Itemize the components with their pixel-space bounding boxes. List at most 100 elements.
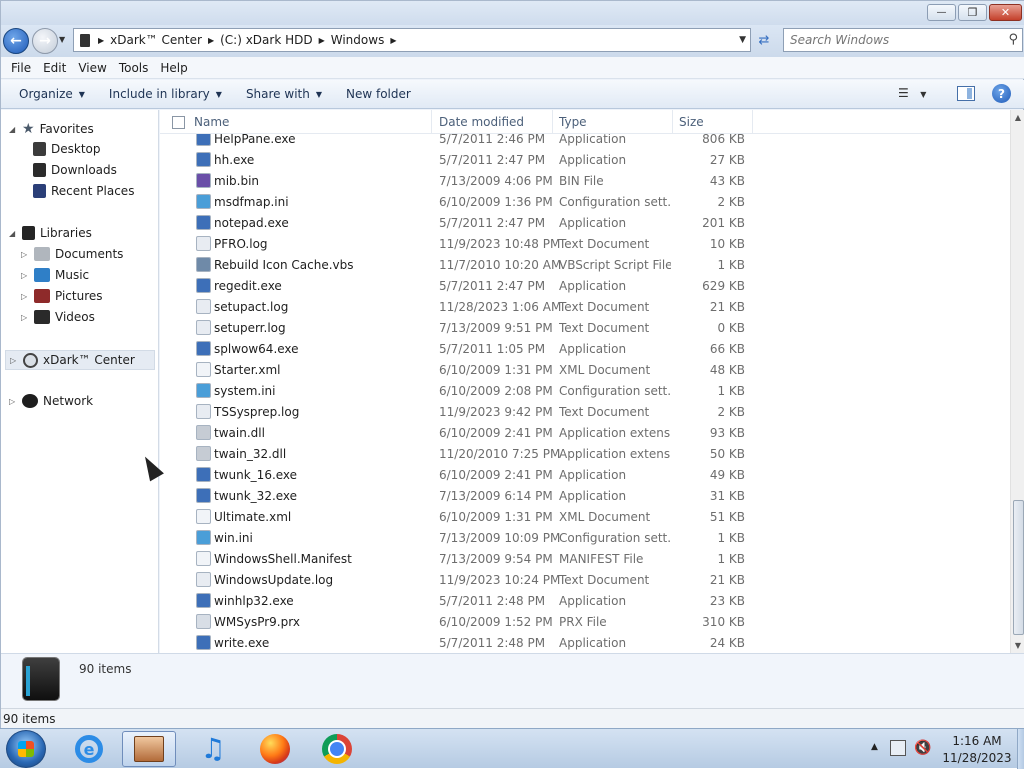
table-row[interactable]: Starter.xml 6/10/2009 1:31 PM XML Document… (160, 359, 760, 380)
table-row[interactable]: setuperr.log 7/13/2009 9:51 PM Text Docume… (160, 317, 760, 338)
clock-time[interactable]: 1:16 AM (944, 734, 1010, 748)
breadcrumb-xdark-center[interactable]: xDark™ Center (106, 33, 206, 47)
search-input[interactable] (790, 33, 1000, 47)
select-all-checkbox[interactable] (172, 116, 185, 129)
scroll-down-icon[interactable]: ▼ (1011, 638, 1024, 653)
change-view-button[interactable]: ☰ ▼ (898, 86, 926, 100)
share-with-button[interactable]: Share with ▼ (234, 87, 334, 101)
computer-icon (23, 352, 38, 368)
scroll-thumb[interactable] (1013, 500, 1024, 635)
tree-favorites[interactable]: ◢ ★ Favorites (9, 121, 94, 137)
tree-pictures[interactable]: ▷ Pictures (21, 289, 103, 303)
search-box[interactable]: ⚲ (783, 28, 1023, 52)
table-row[interactable]: TSSysprep.log 11/9/2023 9:42 PM Text Docum… (160, 401, 760, 422)
table-row[interactable]: mib.bin 7/13/2009 4:06 PM BIN File 43 KB (160, 170, 760, 191)
column-name[interactable]: Name (188, 110, 432, 134)
file-date-modified: 6/10/2009 1:31 PM (439, 362, 553, 377)
taskbar-chrome[interactable] (310, 731, 364, 767)
collapse-arrow-icon[interactable]: ▷ (21, 292, 29, 301)
collapse-arrow-icon[interactable]: ▷ (9, 397, 17, 406)
table-row[interactable]: twunk_32.exe 7/13/2009 6:14 PM Application… (160, 485, 760, 506)
table-row[interactable]: winhlp32.exe 5/7/2011 2:48 PM Application 2… (160, 590, 760, 611)
forward-button[interactable]: → (32, 28, 58, 54)
column-type[interactable]: Type (553, 110, 673, 134)
search-icon[interactable]: ⚲ (1008, 32, 1018, 47)
file-icon (196, 236, 211, 251)
help-icon[interactable]: ? (992, 84, 1011, 103)
address-dropdown-icon[interactable]: ▼ (739, 35, 746, 45)
collapse-arrow-icon[interactable]: ▷ (21, 271, 29, 280)
table-row[interactable]: PFRO.log 11/9/2023 10:48 PM Text Document 1… (160, 233, 760, 254)
collapse-arrow-icon[interactable]: ▷ (21, 250, 29, 259)
taskbar-windows-explorer[interactable] (122, 731, 176, 767)
table-row[interactable]: twain.dll 6/10/2009 2:41 PM Application ex… (160, 422, 760, 443)
chevron-right-icon[interactable]: ▶ (317, 36, 327, 45)
table-row[interactable]: msdfmap.ini 6/10/2009 1:36 PM Configuratio… (160, 191, 760, 212)
new-folder-button[interactable]: New folder (334, 87, 423, 101)
table-row[interactable]: regedit.exe 5/7/2011 2:47 PM Application 62… (160, 275, 760, 296)
minimize-button[interactable]: — (927, 4, 956, 21)
menu-help[interactable]: Help (154, 61, 193, 75)
show-hidden-icons-icon[interactable]: ▲ (871, 742, 878, 752)
tree-documents[interactable]: ▷ Documents (21, 247, 123, 261)
scroll-up-icon[interactable]: ▲ (1011, 110, 1024, 125)
back-button[interactable]: ← (3, 28, 29, 54)
close-button[interactable]: ✕ (989, 4, 1022, 21)
tree-recent-places[interactable]: Recent Places (33, 184, 134, 198)
tree-libraries[interactable]: ◢ Libraries (9, 226, 92, 240)
table-row[interactable]: notepad.exe 5/7/2011 2:47 PM Application 20… (160, 212, 760, 233)
tree-network[interactable]: ▷ Network (9, 394, 93, 408)
table-row[interactable]: splwow64.exe 5/7/2011 1:05 PM Application 6… (160, 338, 760, 359)
clock-date[interactable]: 11/28/2023 (940, 751, 1014, 765)
table-row[interactable]: WindowsUpdate.log 11/9/2023 10:24 PM Text … (160, 569, 760, 590)
taskbar-media-player[interactable]: ♫ (186, 731, 240, 767)
tree-videos[interactable]: ▷ Videos (21, 310, 95, 324)
network-status-icon[interactable] (890, 740, 906, 756)
start-button[interactable] (6, 730, 46, 768)
breadcrumb-c-drive[interactable]: (C:) xDark HDD (216, 33, 317, 47)
vertical-scrollbar[interactable]: ▲ ▼ (1010, 110, 1024, 653)
organize-button[interactable]: Organize ▼ (1, 87, 97, 101)
table-row[interactable]: WindowsShell.Manifest 7/13/2009 9:54 PM MA… (160, 548, 760, 569)
volume-muted-icon[interactable]: 🔇 (914, 740, 931, 756)
show-desktop-button[interactable] (1017, 729, 1024, 769)
table-row[interactable]: hh.exe 5/7/2011 2:47 PM Application 27 KB (160, 149, 760, 170)
tree-downloads[interactable]: Downloads (33, 163, 117, 177)
preview-pane-icon[interactable] (957, 86, 975, 101)
breadcrumb-windows[interactable]: Windows (327, 33, 389, 47)
expand-arrow-icon[interactable]: ◢ (9, 125, 17, 134)
table-row[interactable]: setupact.log 11/28/2023 1:06 AM Text Docum… (160, 296, 760, 317)
expand-arrow-icon[interactable]: ◢ (9, 229, 17, 238)
file-date-modified: 6/10/2009 1:36 PM (439, 194, 553, 209)
taskbar-internet-explorer[interactable]: e (62, 731, 116, 767)
maximize-button[interactable]: ❐ (958, 4, 987, 21)
column-size[interactable]: Size (673, 110, 753, 134)
table-row[interactable]: twunk_16.exe 6/10/2009 2:41 PM Application… (160, 464, 760, 485)
tree-label-downloads: Downloads (51, 163, 117, 177)
table-row[interactable]: WMSysPr9.prx 6/10/2009 1:52 PM PRX File 310… (160, 611, 760, 632)
tree-desktop[interactable]: Desktop (33, 142, 101, 156)
menu-view[interactable]: View (72, 61, 112, 75)
menu-edit[interactable]: Edit (37, 61, 72, 75)
refresh-button[interactable]: ⇄ (753, 28, 775, 52)
tree-music[interactable]: ▷ Music (21, 268, 89, 282)
file-size: 51 KB (709, 509, 745, 524)
chevron-right-icon[interactable]: ▶ (388, 36, 398, 45)
address-bar[interactable]: ▶ xDark™ Center ▶ (C:) xDark HDD ▶ Windo… (73, 28, 751, 52)
table-row[interactable]: system.ini 6/10/2009 2:08 PM Configuration… (160, 380, 760, 401)
menu-file[interactable]: File (5, 61, 37, 75)
collapse-arrow-icon[interactable]: ▷ (10, 356, 18, 365)
chevron-right-icon[interactable]: ▶ (206, 36, 216, 45)
column-date-modified[interactable]: Date modified (433, 110, 553, 134)
taskbar-firefox[interactable] (248, 731, 302, 767)
table-row[interactable]: win.ini 7/13/2009 10:09 PM Configuration s… (160, 527, 760, 548)
table-row[interactable]: Ultimate.xml 6/10/2009 1:31 PM XML Documen… (160, 506, 760, 527)
recent-pages-dropdown[interactable]: ▼ (59, 35, 69, 47)
include-in-library-button[interactable]: Include in library ▼ (97, 87, 234, 101)
table-row[interactable]: write.exe 5/7/2011 2:48 PM Application 24 K… (160, 632, 760, 653)
menu-tools[interactable]: Tools (113, 61, 155, 75)
collapse-arrow-icon[interactable]: ▷ (21, 313, 29, 322)
tree-xdark-center[interactable]: ▷ xDark™ Center (5, 350, 155, 370)
table-row[interactable]: Rebuild Icon Cache.vbs 11/7/2010 10:20 AM… (160, 254, 760, 275)
table-row[interactable]: twain_32.dll 11/20/2010 7:25 PM Applicatio… (160, 443, 760, 464)
